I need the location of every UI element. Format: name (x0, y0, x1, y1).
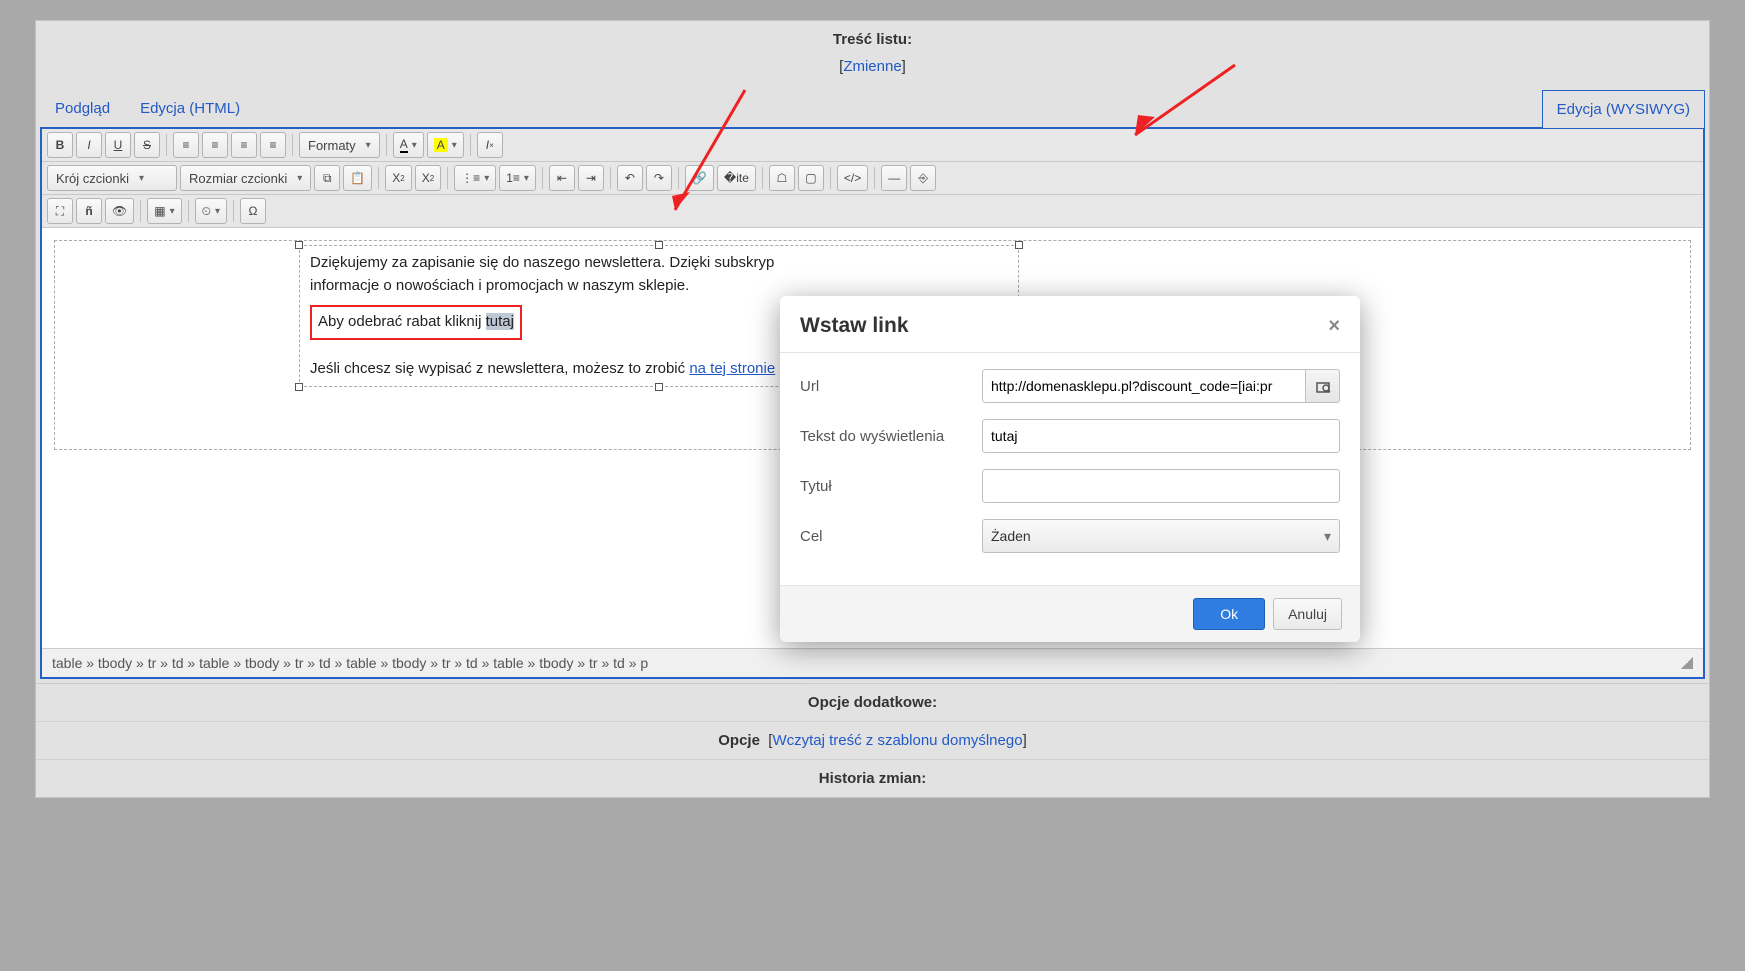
bold-button[interactable]: B (47, 132, 73, 158)
dialog-header: Wstaw link × (780, 296, 1360, 353)
table-button[interactable]: ▦ (147, 198, 181, 224)
align-left-button[interactable]: ≡ (173, 132, 199, 158)
resize-handle[interactable] (1015, 241, 1023, 249)
undo-button[interactable]: ↶ (617, 165, 643, 191)
title-input[interactable] (982, 469, 1340, 503)
selected-text: tutaj (486, 313, 514, 330)
dialog-body: Url Tekst do wyświetlenia Tytuł Cel Żade… (780, 353, 1360, 585)
browse-icon (1315, 378, 1331, 394)
separator (874, 167, 875, 189)
text-color-button[interactable]: A (393, 132, 424, 158)
separator (542, 167, 543, 189)
redo-button[interactable]: ↷ (646, 165, 672, 191)
resize-grip[interactable] (1681, 657, 1693, 669)
resize-handle[interactable] (655, 383, 663, 391)
options-row: Opcje [Wczytaj treść z szablonu domyślne… (36, 722, 1709, 760)
superscript-button[interactable]: X2 (415, 165, 441, 191)
underline-button[interactable]: U (105, 132, 131, 158)
clear-formatting-button[interactable]: I× (477, 132, 503, 158)
toolbar-row-3: ⛶ ñ 👁 ▦ ⏲ Ω (42, 195, 1703, 228)
display-text-label: Tekst do wyświetlenia (800, 428, 970, 445)
tab-wysiwyg[interactable]: Edycja (WYSIWYG) (1542, 90, 1705, 128)
numbered-list-button[interactable]: 1≡ (499, 165, 536, 191)
title-label: Tytuł (800, 478, 970, 495)
history-title: Historia zmian: (36, 760, 1709, 797)
extra-options-title: Opcje dodatkowe: (36, 684, 1709, 722)
paste-button[interactable]: 📋 (343, 165, 372, 191)
target-label: Cel (800, 528, 970, 545)
element-path[interactable]: table » tbody » tr » td » table » tbody … (52, 655, 648, 671)
strikethrough-button[interactable]: S (134, 132, 160, 158)
separator (233, 200, 234, 222)
separator (188, 200, 189, 222)
cancel-button[interactable]: Anuluj (1273, 598, 1342, 630)
variables-row: [Zmienne] (36, 54, 1709, 89)
url-input[interactable] (982, 369, 1306, 403)
tab-preview[interactable]: Podgląd (40, 89, 125, 127)
source-code-button[interactable]: </> (837, 165, 868, 191)
tab-html[interactable]: Edycja (HTML) (125, 89, 255, 127)
image-button[interactable]: ▢ (798, 165, 824, 191)
separator (762, 167, 763, 189)
url-label: Url (800, 378, 970, 395)
options-section: Opcje dodatkowe: Opcje [Wczytaj treść z … (36, 683, 1709, 797)
resize-handle[interactable] (295, 241, 303, 249)
paragraph-1: Dziękujemy za zapisanie się do naszego n… (310, 252, 1008, 297)
font-family-dropdown[interactable]: Krój czcionki (47, 165, 177, 191)
unsubscribe-link[interactable]: na tej stronie (689, 360, 775, 377)
align-center-button[interactable]: ≡ (202, 132, 228, 158)
separator (378, 167, 379, 189)
formats-dropdown[interactable]: Formaty (299, 132, 380, 158)
dialog-footer: Ok Anuluj (780, 585, 1360, 642)
hr-button[interactable]: — (881, 165, 907, 191)
separator (470, 134, 471, 156)
separator (140, 200, 141, 222)
separator (610, 167, 611, 189)
italic-button[interactable]: I (76, 132, 102, 158)
anchor-button[interactable]: ☖ (769, 165, 795, 191)
ok-button[interactable]: Ok (1193, 598, 1265, 630)
toolbar-row-1: B I U S ≡ ≡ ≡ ≡ Formaty A A I× (42, 129, 1703, 162)
close-icon[interactable]: × (1328, 315, 1340, 338)
bullet-list-button[interactable]: ⋮≡ (454, 165, 496, 191)
section-title: Treść listu: (36, 21, 1709, 54)
variables-link[interactable]: Zmienne (843, 58, 901, 75)
fullscreen-button[interactable]: ⛶ (47, 198, 73, 224)
load-default-template-link[interactable]: Wczytaj treść z szablonu domyślnego (772, 732, 1022, 749)
align-right-button[interactable]: ≡ (231, 132, 257, 158)
datetime-button[interactable]: ⏲ (195, 198, 227, 224)
separator (386, 134, 387, 156)
toolbar-row-2: Krój czcionki Rozmiar czcionki ⧉ 📋 X2 X2… (42, 162, 1703, 195)
separator (830, 167, 831, 189)
subscript-button[interactable]: X2 (385, 165, 411, 191)
indent-button[interactable]: ⇥ (578, 165, 604, 191)
bg-color-button[interactable]: A (427, 132, 464, 158)
insert-link-dialog: Wstaw link × Url Tekst do wyświetlenia T… (780, 296, 1360, 642)
separator (678, 167, 679, 189)
unlink-button[interactable]: �ite (717, 165, 756, 191)
resize-handle[interactable] (295, 383, 303, 391)
preview-button[interactable]: 👁 (105, 198, 134, 224)
find-button[interactable]: ñ (76, 198, 102, 224)
separator (292, 134, 293, 156)
special-char-button[interactable]: Ω (240, 198, 266, 224)
chevron-down-icon: ▾ (1324, 528, 1331, 545)
editor-tabs: Podgląd Edycja (HTML) Edycja (WYSIWYG) (40, 89, 1705, 127)
align-justify-button[interactable]: ≡ (260, 132, 286, 158)
editor-statusbar: table » tbody » tr » td » table » tbody … (42, 648, 1703, 677)
target-select[interactable]: Żaden ▾ (982, 519, 1340, 553)
copy-button[interactable]: ⧉ (314, 165, 340, 191)
insert-link-button[interactable]: 🔗 (685, 165, 714, 191)
pagebreak-button[interactable]: ⎆ (910, 165, 936, 191)
resize-handle[interactable] (655, 241, 663, 249)
browse-button[interactable] (1306, 369, 1340, 403)
dialog-title: Wstaw link (800, 314, 909, 338)
font-size-dropdown[interactable]: Rozmiar czcionki (180, 165, 311, 191)
separator (166, 134, 167, 156)
highlighted-cta: Aby odebrać rabat kliknij tutaj (310, 305, 522, 340)
outdent-button[interactable]: ⇤ (549, 165, 575, 191)
display-text-input[interactable] (982, 419, 1340, 453)
separator (447, 167, 448, 189)
